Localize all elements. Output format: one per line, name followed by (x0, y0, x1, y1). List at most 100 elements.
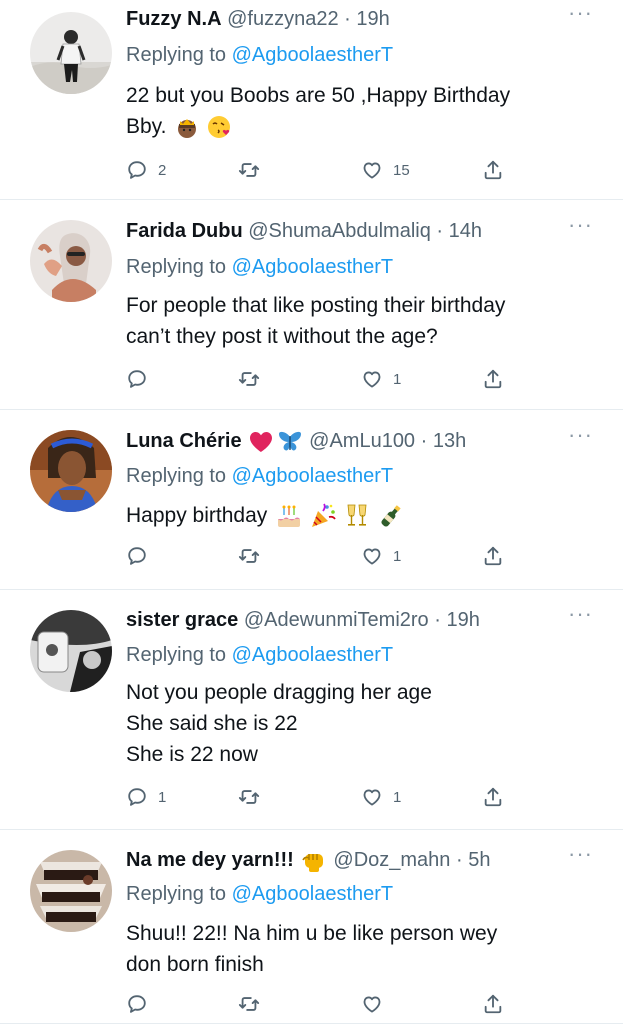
more-options-icon[interactable]: ··· (568, 420, 593, 454)
avatar[interactable] (30, 220, 112, 302)
replie-count: 1 (158, 788, 167, 806)
heart-icon (361, 993, 383, 1015)
user-handle[interactable]: @AmLu100 (309, 430, 415, 452)
avatar[interactable] (30, 850, 112, 932)
share-button[interactable] (482, 155, 504, 185)
tweet[interactable]: sister grace @AdewunmiTemi2ro · 19h ··· Re… (0, 590, 623, 830)
tweet-header: Luna Chérie @AmLu100 · 13h (126, 424, 567, 458)
more-options-icon[interactable]: ··· (568, 0, 593, 32)
mention-link[interactable]: @AgboolaestherT (232, 465, 394, 487)
retweet-icon (238, 993, 260, 1015)
separator-dot: · (434, 609, 441, 631)
display-name[interactable]: Luna Chérie (126, 430, 242, 452)
replying-to-label: Replying to (126, 256, 232, 278)
replying-to: Replying to @AgboolaestherT (126, 40, 393, 70)
timestamp[interactable]: 13h (433, 430, 466, 452)
tweet-text-content: Shuu!! 22!! Na him u be like person wey (126, 922, 498, 945)
retweet-icon (238, 786, 260, 808)
display-name[interactable]: Na me dey yarn!!! (126, 849, 294, 871)
timestamp[interactable]: 19h (446, 609, 479, 631)
heart-icon (361, 368, 383, 390)
red-heart-emoji (248, 429, 274, 455)
like-button[interactable]: 1 (361, 782, 401, 812)
replie-count: 2 (158, 161, 167, 179)
fist-emoji (300, 848, 328, 874)
tweet-header: Na me dey yarn!!! @Doz_mahn · 5h (126, 843, 567, 877)
reply-button[interactable] (126, 989, 148, 1019)
like-button[interactable] (361, 989, 383, 1019)
avatar[interactable] (30, 430, 112, 512)
tweet-text-line: can’t they post it without the age? (126, 321, 587, 352)
avatar[interactable] (30, 12, 112, 94)
retweet-button[interactable] (238, 155, 260, 185)
tweet-text-line: Shuu!! 22!! Na him u be like person wey (126, 918, 587, 949)
reply-button[interactable]: 2 (126, 155, 166, 185)
timestamp[interactable]: 5h (468, 849, 490, 871)
more-options-icon[interactable]: ··· (568, 599, 593, 633)
share-button[interactable] (482, 989, 504, 1019)
tweet[interactable]: Na me dey yarn!!! @Doz_mahn · 5h ··· Reply… (0, 830, 623, 1024)
separator-dot: · (344, 8, 351, 30)
more-options-icon[interactable]: ··· (568, 210, 593, 244)
mention-link[interactable]: @AgboolaestherT (232, 256, 394, 278)
share-button[interactable] (482, 541, 504, 571)
tweet-text: 22 but you Boobs are 50 ,Happy Birthday B… (126, 80, 587, 142)
separator-dot: · (436, 220, 444, 242)
share-button[interactable] (482, 782, 504, 812)
display-name[interactable]: Farida Dubu (126, 220, 243, 242)
tweet-text-content: She said she is 22 (126, 712, 298, 735)
tweet[interactable]: Luna Chérie @AmLu100 · 13h ··· Replying to… (0, 410, 623, 590)
tweet-text-line: She is 22 now (126, 739, 587, 770)
mention-link[interactable]: @AgboolaestherT (232, 883, 394, 905)
retweet-button[interactable] (238, 364, 260, 394)
retweet-button[interactable] (238, 782, 260, 812)
tweet-text-content: 22 but you Boobs are 50 ,Happy Birthday (126, 84, 511, 107)
tweet-actions: 2 15 (126, 155, 516, 185)
share-icon (482, 993, 504, 1015)
share-icon (482, 786, 504, 808)
user-handle[interactable]: @ShumaAbdulmaliq (248, 220, 431, 242)
timestamp[interactable]: 14h (449, 220, 482, 242)
like-button[interactable]: 1 (361, 541, 401, 571)
tweet[interactable]: Farida Dubu @ShumaAbdulmaliq · 14h ··· Rep… (0, 200, 623, 410)
tweet-actions: 1 (126, 541, 516, 571)
reply-icon (126, 159, 148, 181)
replying-to-label: Replying to (126, 644, 232, 666)
tweet-text-content: Happy birthday (126, 504, 268, 527)
retweet-button[interactable] (238, 989, 260, 1019)
user-handle[interactable]: @Doz_mahn (333, 849, 450, 871)
tweet-text-content: don born finish (126, 953, 264, 976)
reply-button[interactable]: 1 (126, 782, 166, 812)
share-button[interactable] (482, 364, 504, 394)
tweet-text-line: Not you people dragging her age (126, 677, 587, 708)
share-icon (482, 545, 504, 567)
replying-to-label: Replying to (126, 44, 232, 66)
reply-button[interactable] (126, 541, 148, 571)
replying-to: Replying to @AgboolaestherT (126, 879, 393, 909)
like-button[interactable]: 1 (361, 364, 401, 394)
like-count: 1 (393, 788, 402, 806)
share-icon (482, 159, 504, 181)
mention-link[interactable]: @AgboolaestherT (232, 644, 394, 666)
mention-link[interactable]: @AgboolaestherT (232, 44, 394, 66)
separator-dot: · (420, 430, 428, 452)
tweet-text: Shuu!! 22!! Na him u be like person wey d… (126, 918, 587, 980)
replying-to-label: Replying to (126, 883, 232, 905)
avatar[interactable] (30, 610, 112, 692)
display-name[interactable]: Fuzzy N.A (126, 8, 222, 30)
like-button[interactable]: 15 (361, 155, 410, 185)
tweet-text-content: For people that like posting their birth… (126, 294, 506, 317)
more-options-icon[interactable]: ··· (568, 839, 593, 873)
display-name[interactable]: sister grace (126, 609, 238, 631)
retweet-icon (238, 159, 260, 181)
replying-to: Replying to @AgboolaestherT (126, 640, 393, 670)
like-count: 1 (393, 547, 402, 565)
timestamp[interactable]: 19h (356, 8, 389, 30)
user-handle[interactable]: @AdewunmiTemi2ro (244, 609, 429, 631)
tweet-text-line: Bby. (126, 111, 587, 142)
user-handle[interactable]: @fuzzyna22 (227, 8, 338, 30)
tweet[interactable]: Fuzzy N.A @fuzzyna22 · 19h ··· Replying to… (0, 0, 623, 200)
retweet-button[interactable] (238, 541, 260, 571)
kiss-emoji (206, 114, 232, 140)
reply-button[interactable] (126, 364, 148, 394)
